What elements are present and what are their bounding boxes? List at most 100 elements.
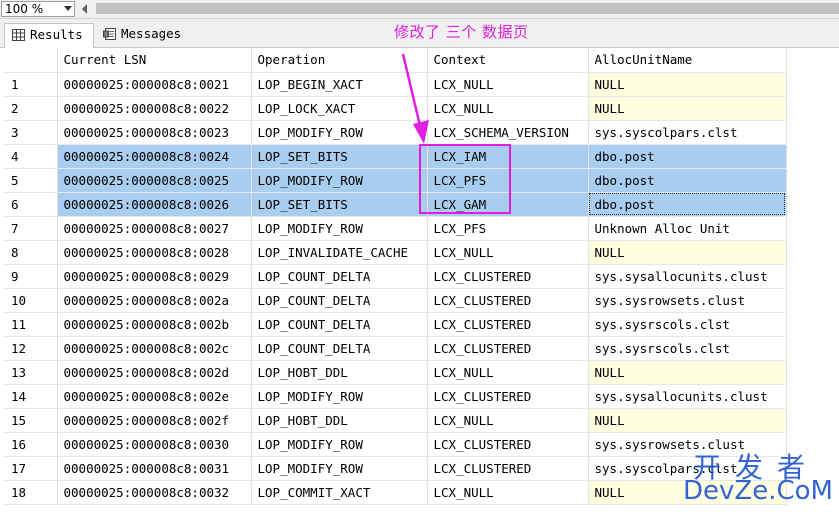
context-cell[interactable]: LCX_CLUSTERED xyxy=(427,384,589,409)
current-lsn-cell[interactable]: 00000025:000008c8:0027 xyxy=(57,216,252,241)
row-number-cell[interactable]: 8 xyxy=(4,240,58,265)
row-number-cell[interactable]: 5 xyxy=(4,168,58,193)
operation-cell[interactable]: LOP_HOBT_DDL xyxy=(251,360,428,385)
row-number-cell[interactable]: 14 xyxy=(4,384,58,409)
row-number-cell[interactable]: 1 xyxy=(4,72,58,97)
operation-cell[interactable]: LOP_COUNT_DELTA xyxy=(251,288,428,313)
scroll-left-icon[interactable] xyxy=(82,4,87,14)
table-row[interactable]: 14 00000025:000008c8:002e LOP_MODIFY_ROW LC… xyxy=(4,384,787,409)
current-lsn-cell[interactable]: 00000025:000008c8:0023 xyxy=(57,120,252,145)
allocunitname-cell[interactable]: NULL xyxy=(588,408,787,433)
table-row[interactable]: 4 00000025:000008c8:0024 LOP_SET_BITS LCX_I… xyxy=(4,144,787,169)
current-lsn-cell[interactable]: 00000025:000008c8:0028 xyxy=(57,240,252,265)
column-header-current-lsn[interactable]: Current LSN xyxy=(57,48,252,73)
allocunitname-cell[interactable]: dbo.post xyxy=(588,192,787,217)
context-cell[interactable]: LCX_CLUSTERED xyxy=(427,288,589,313)
context-cell[interactable]: LCX_CLUSTERED xyxy=(427,312,589,337)
context-cell[interactable]: LCX_NULL xyxy=(427,240,589,265)
row-number-cell[interactable]: 3 xyxy=(4,120,58,145)
current-lsn-cell[interactable]: 00000025:000008c8:0025 xyxy=(57,168,252,193)
current-lsn-cell[interactable]: 00000025:000008c8:002d xyxy=(57,360,252,385)
allocunitname-cell[interactable]: NULL xyxy=(588,72,787,97)
current-lsn-cell[interactable]: 00000025:000008c8:0022 xyxy=(57,96,252,121)
row-number-cell[interactable]: 4 xyxy=(4,144,58,169)
column-header-allocunitname[interactable]: AllocUnitName xyxy=(588,48,787,73)
table-row[interactable]: 16 00000025:000008c8:0030 LOP_MODIFY_ROW LC… xyxy=(4,432,787,457)
allocunitname-cell[interactable]: dbo.post xyxy=(588,168,787,193)
context-cell[interactable]: LCX_CLUSTERED xyxy=(427,456,589,481)
row-number-cell[interactable]: 13 xyxy=(4,360,58,385)
zoom-dropdown[interactable]: 100 % xyxy=(1,1,75,17)
allocunitname-cell[interactable]: NULL xyxy=(588,96,787,121)
table-row[interactable]: 13 00000025:000008c8:002d LOP_HOBT_DDL LCX_… xyxy=(4,360,787,385)
row-number-cell[interactable]: 2 xyxy=(4,96,58,121)
current-lsn-cell[interactable]: 00000025:000008c8:0031 xyxy=(57,456,252,481)
context-cell[interactable]: LCX_NULL xyxy=(427,408,589,433)
operation-cell[interactable]: LOP_COMMIT_XACT xyxy=(251,480,428,505)
current-lsn-cell[interactable]: 00000025:000008c8:002a xyxy=(57,288,252,313)
row-number-cell[interactable]: 7 xyxy=(4,216,58,241)
operation-cell[interactable]: LOP_MODIFY_ROW xyxy=(251,456,428,481)
current-lsn-cell[interactable]: 00000025:000008c8:002e xyxy=(57,384,252,409)
current-lsn-cell[interactable]: 00000025:000008c8:0029 xyxy=(57,264,252,289)
column-header-context[interactable]: Context xyxy=(427,48,589,73)
allocunitname-cell[interactable]: sys.sysrscols.clst xyxy=(588,336,787,361)
row-number-cell[interactable]: 11 xyxy=(4,312,58,337)
operation-cell[interactable]: LOP_MODIFY_ROW xyxy=(251,384,428,409)
current-lsn-cell[interactable]: 00000025:000008c8:0026 xyxy=(57,192,252,217)
allocunitname-cell[interactable]: sys.sysallocunits.clust xyxy=(588,384,787,409)
context-cell[interactable]: LCX_CLUSTERED xyxy=(427,432,589,457)
context-cell[interactable]: LCX_CLUSTERED xyxy=(427,264,589,289)
table-row[interactable]: 10 00000025:000008c8:002a LOP_COUNT_DELTA L… xyxy=(4,288,787,313)
context-cell[interactable]: LCX_SCHEMA_VERSION xyxy=(427,120,589,145)
table-row[interactable]: 11 00000025:000008c8:002b LOP_COUNT_DELTA L… xyxy=(4,312,787,337)
tab-messages[interactable]: Messages xyxy=(96,23,189,47)
operation-cell[interactable]: LOP_COUNT_DELTA xyxy=(251,264,428,289)
row-number-cell[interactable]: 6 xyxy=(4,192,58,217)
operation-cell[interactable]: LOP_COUNT_DELTA xyxy=(251,336,428,361)
table-row[interactable]: 18 00000025:000008c8:0032 LOP_COMMIT_XACT L… xyxy=(4,480,787,505)
table-row[interactable]: 15 00000025:000008c8:002f LOP_HOBT_DDL LCX_… xyxy=(4,408,787,433)
row-number-cell[interactable]: 10 xyxy=(4,288,58,313)
context-cell[interactable]: LCX_PFS xyxy=(427,216,589,241)
row-number-header[interactable] xyxy=(4,48,58,73)
current-lsn-cell[interactable]: 00000025:000008c8:0030 xyxy=(57,432,252,457)
horizontal-scrollbar[interactable] xyxy=(96,3,839,14)
current-lsn-cell[interactable]: 00000025:000008c8:002b xyxy=(57,312,252,337)
tab-results[interactable]: Results xyxy=(4,23,94,48)
context-cell[interactable]: LCX_NULL xyxy=(427,96,589,121)
operation-cell[interactable]: LOP_MODIFY_ROW xyxy=(251,168,428,193)
row-number-cell[interactable]: 15 xyxy=(4,408,58,433)
row-number-cell[interactable]: 12 xyxy=(4,336,58,361)
operation-cell[interactable]: LOP_COUNT_DELTA xyxy=(251,312,428,337)
operation-cell[interactable]: LOP_MODIFY_ROW xyxy=(251,216,428,241)
current-lsn-cell[interactable]: 00000025:000008c8:0024 xyxy=(57,144,252,169)
allocunitname-cell[interactable]: NULL xyxy=(588,240,787,265)
allocunitname-cell[interactable]: sys.sysrowsets.clust xyxy=(588,288,787,313)
row-number-cell[interactable]: 16 xyxy=(4,432,58,457)
operation-cell[interactable]: LOP_MODIFY_ROW xyxy=(251,432,428,457)
row-number-cell[interactable]: 17 xyxy=(4,456,58,481)
allocunitname-cell[interactable]: dbo.post xyxy=(588,144,787,169)
operation-cell[interactable]: LOP_SET_BITS xyxy=(251,144,428,169)
current-lsn-cell[interactable]: 00000025:000008c8:002c xyxy=(57,336,252,361)
allocunitname-cell[interactable]: sys.sysallocunits.clust xyxy=(588,264,787,289)
context-cell[interactable]: LCX_NULL xyxy=(427,480,589,505)
row-number-cell[interactable]: 18 xyxy=(4,480,58,505)
table-row[interactable]: 6 00000025:000008c8:0026 LOP_SET_BITS LCX_G… xyxy=(4,192,787,217)
current-lsn-cell[interactable]: 00000025:000008c8:0032 xyxy=(57,480,252,505)
allocunitname-cell[interactable]: NULL xyxy=(588,360,787,385)
table-row[interactable]: 5 00000025:000008c8:0025 LOP_MODIFY_ROW LCX… xyxy=(4,168,787,193)
table-row[interactable]: 17 00000025:000008c8:0031 LOP_MODIFY_ROW LC… xyxy=(4,456,787,481)
table-row[interactable]: 12 00000025:000008c8:002c LOP_COUNT_DELTA L… xyxy=(4,336,787,361)
table-row[interactable]: 8 00000025:000008c8:0028 LOP_INVALIDATE_CA… xyxy=(4,240,787,265)
allocunitname-cell[interactable]: sys.syscolpars.clst xyxy=(588,120,787,145)
operation-cell[interactable]: LOP_HOBT_DDL xyxy=(251,408,428,433)
context-cell[interactable]: LCX_CLUSTERED xyxy=(427,336,589,361)
operation-cell[interactable]: LOP_SET_BITS xyxy=(251,192,428,217)
operation-cell[interactable]: LOP_INVALIDATE_CACHE xyxy=(251,240,428,265)
context-cell[interactable]: LCX_NULL xyxy=(427,360,589,385)
table-row[interactable]: 9 00000025:000008c8:0029 LOP_COUNT_DELTA LC… xyxy=(4,264,787,289)
current-lsn-cell[interactable]: 00000025:000008c8:0021 xyxy=(57,72,252,97)
current-lsn-cell[interactable]: 00000025:000008c8:002f xyxy=(57,408,252,433)
